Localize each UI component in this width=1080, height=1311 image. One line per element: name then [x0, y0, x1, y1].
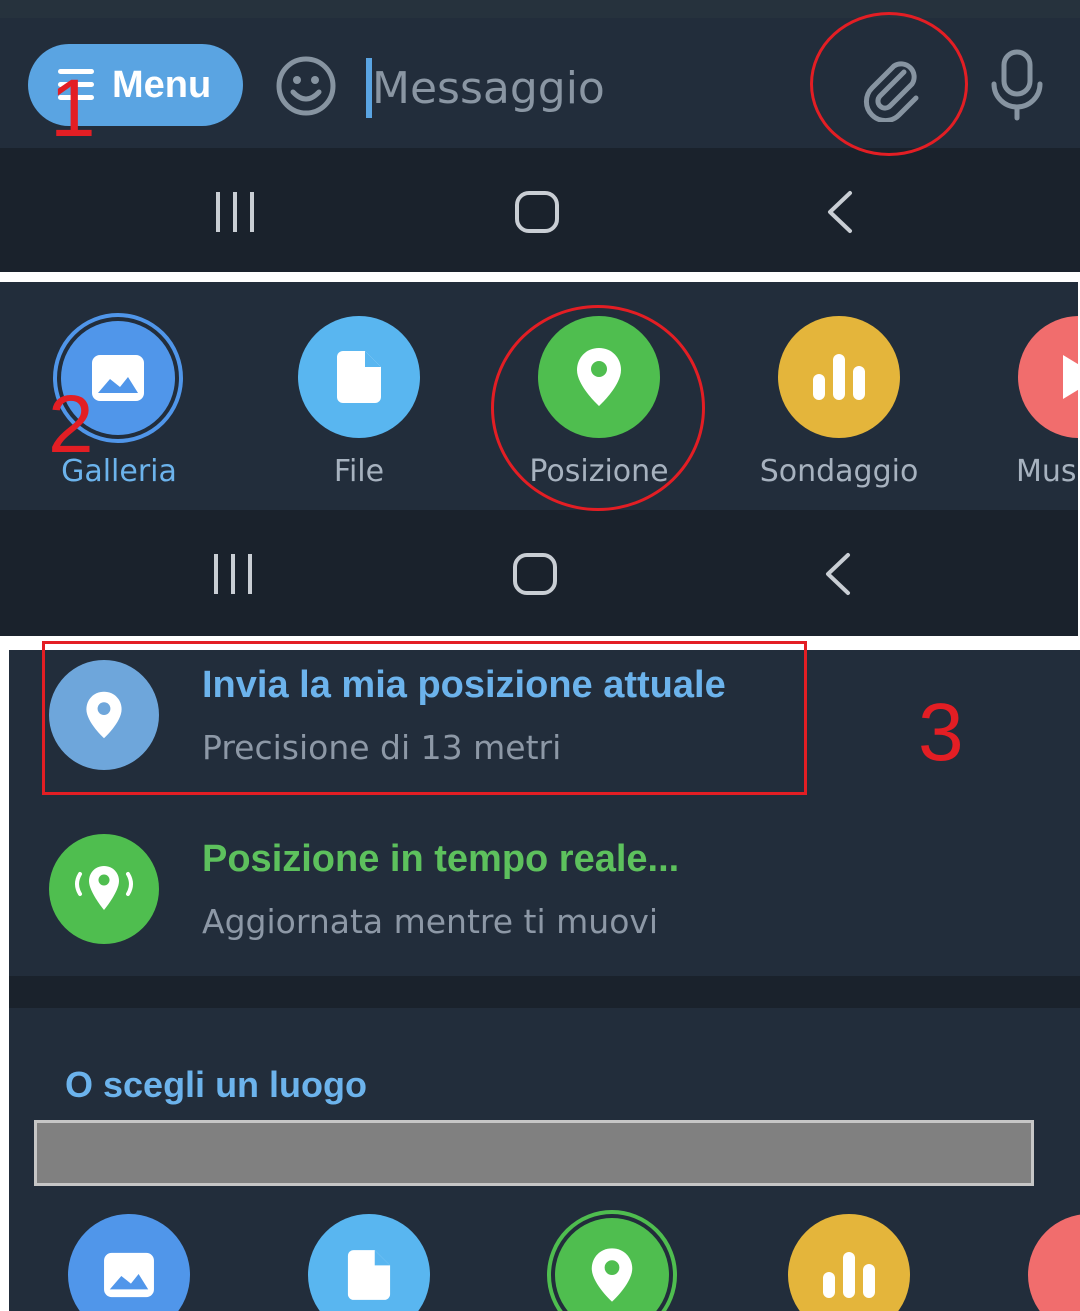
choose-place-section: O scegli un luogo [9, 1008, 1080, 1311]
message-input[interactable] [372, 58, 792, 118]
annotation-number-2: 2 [48, 379, 94, 470]
attach-music-button[interactable]: Mus [988, 316, 1078, 496]
poll-icon [813, 354, 865, 400]
attach-file-button[interactable]: File [268, 316, 448, 496]
chat-wallpaper-strip [0, 0, 1080, 18]
file-icon-circle[interactable] [308, 1214, 430, 1311]
gallery-icon [92, 355, 144, 401]
live-location-row[interactable]: Posizione in tempo reale... Aggiornata m… [9, 826, 1080, 966]
live-location-title: Posizione in tempo reale... [202, 838, 680, 880]
music-label: Mus [1016, 454, 1077, 489]
home-icon[interactable] [512, 552, 558, 596]
poll-icon [823, 1252, 875, 1298]
gallery-icon-circle[interactable] [68, 1214, 190, 1311]
annotation-number-3: 3 [918, 687, 964, 778]
live-location-icon-circle [49, 834, 159, 944]
music-icon-circle [1018, 316, 1078, 438]
annotation-number-1: 1 [50, 63, 96, 154]
redacted-area [34, 1120, 1034, 1186]
file-label: File [333, 454, 385, 489]
annotation-circle-attach [810, 12, 968, 156]
home-icon[interactable] [514, 190, 560, 234]
back-icon[interactable] [822, 190, 858, 234]
live-location-subtitle: Aggiornata mentre ti muovi [202, 902, 659, 941]
annotation-circle-location [491, 305, 705, 511]
live-location-icon [75, 866, 133, 910]
recent-apps-icon[interactable] [210, 552, 256, 596]
choose-place-title: O scegli un luogo [65, 1064, 368, 1105]
music-icon-circle[interactable] [1028, 1214, 1080, 1311]
back-icon[interactable] [820, 552, 856, 596]
microphone-icon[interactable] [986, 48, 1048, 122]
gallery-icon [104, 1252, 154, 1298]
music-icon [1063, 355, 1078, 399]
attach-poll-button[interactable]: Sondaggio [748, 316, 928, 496]
recent-apps-icon[interactable] [212, 190, 258, 234]
emoji-icon[interactable] [274, 54, 338, 118]
location-pin-icon [591, 1248, 633, 1302]
file-icon-circle [298, 316, 420, 438]
system-navigation-bar [0, 148, 1080, 272]
annotation-box-current-location [42, 641, 807, 795]
poll-label: Sondaggio [759, 454, 919, 489]
poll-icon-circle [778, 316, 900, 438]
file-icon [337, 351, 381, 403]
menu-button-label: Menu [112, 63, 212, 106]
system-navigation-bar [0, 510, 1078, 636]
poll-icon-circle[interactable] [788, 1214, 910, 1311]
file-icon [347, 1250, 391, 1300]
